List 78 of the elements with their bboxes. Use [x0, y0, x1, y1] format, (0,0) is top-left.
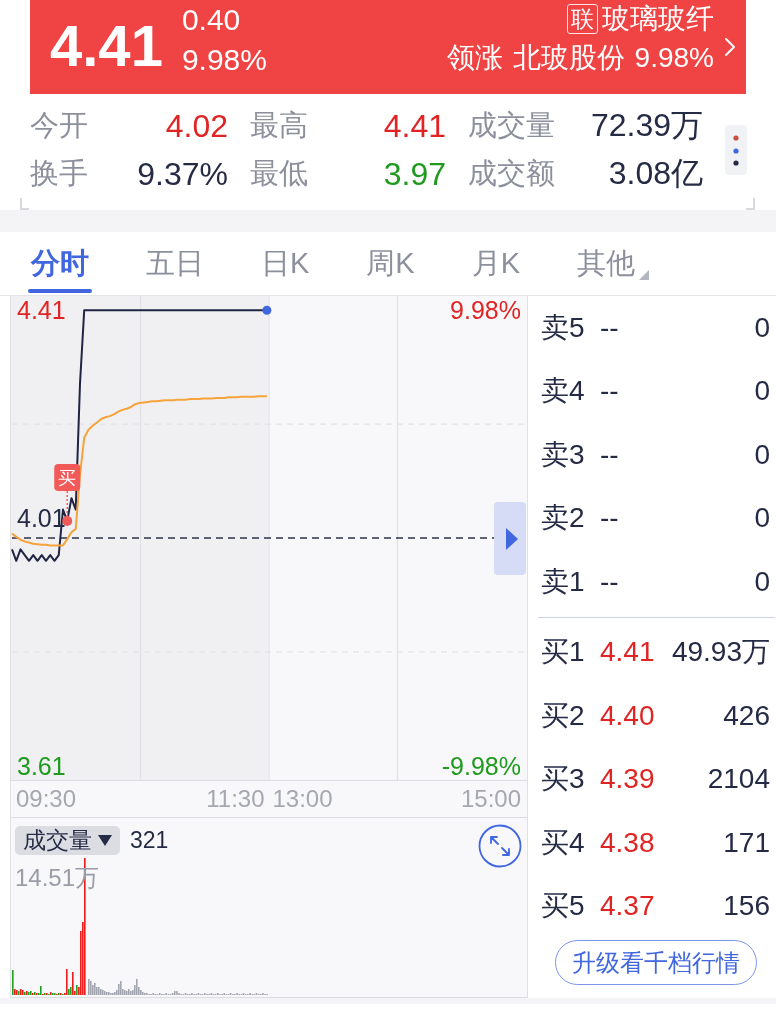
- sector-name[interactable]: 玻璃玻纤: [602, 0, 714, 39]
- order-volume: 171: [723, 826, 770, 859]
- collapse-handle[interactable]: [494, 502, 526, 575]
- chart-period-tab[interactable]: 周K: [363, 232, 418, 295]
- triangle-right-icon: [506, 527, 518, 550]
- percent-axis-label: -9.98%: [441, 751, 521, 780]
- order-level-label: 买5: [541, 889, 586, 924]
- time-axis-label: 13:00: [272, 785, 333, 813]
- stat-value: 4.41: [383, 107, 446, 145]
- order-price: 4.37: [600, 890, 655, 923]
- leader-change: 9.98%: [634, 41, 714, 75]
- sector-tag: 联: [567, 4, 598, 34]
- percent-axis-label: 9.98%: [450, 296, 521, 325]
- order-price: 4.41: [600, 636, 655, 669]
- order-level-label: 买1: [541, 635, 586, 670]
- price-change: 0.40: [181, 2, 241, 38]
- order-price: --: [600, 375, 619, 408]
- order-price: --: [600, 438, 619, 471]
- chevron-right-icon[interactable]: [724, 37, 736, 57]
- order-volume: 0: [754, 438, 770, 471]
- signal-leader-line: [66, 490, 68, 517]
- order-price: --: [600, 311, 619, 344]
- time-axis-label: 09:30: [16, 785, 77, 813]
- chart-period-tab[interactable]: 日K: [258, 232, 313, 295]
- time-axis-label: 11:30: [206, 785, 265, 813]
- upgrade-depth-button[interactable]: 升级看千档行情: [554, 940, 757, 985]
- stat-value: 3.97: [383, 155, 446, 193]
- order-level-label: 买4: [541, 825, 586, 860]
- price-axis-label: 4.41: [17, 296, 66, 325]
- stat-value: 4.02: [165, 107, 228, 145]
- buy-signal-badge: 买: [54, 463, 81, 491]
- chart-period-tab[interactable]: 其他: [574, 232, 653, 295]
- order-volume: 0: [754, 375, 770, 408]
- down-volume-series: [12, 970, 78, 995]
- order-volume: 0: [754, 565, 770, 598]
- stat-label: 换手: [30, 156, 88, 191]
- order-level-label: 卖4: [541, 374, 586, 409]
- order-level-label: 卖5: [541, 310, 586, 345]
- order-level-label: 卖2: [541, 501, 586, 536]
- order-price: 4.38: [600, 826, 655, 859]
- order-volume: 2104: [707, 763, 770, 796]
- dropdown-triangle-icon: [639, 269, 650, 280]
- order-volume: 156: [723, 890, 770, 923]
- order-level-label: 卖3: [541, 437, 586, 472]
- stat-label: 成交量: [468, 108, 555, 143]
- order-volume: 49.93万: [671, 635, 770, 670]
- stat-value: 3.08亿: [608, 154, 703, 193]
- caret-down-icon: [98, 835, 112, 846]
- volume-indicator-dropdown[interactable]: 成交量: [15, 826, 120, 855]
- stat-value: 72.39万: [590, 106, 703, 145]
- stat-value: 9.37%: [137, 155, 228, 193]
- chart-period-tab[interactable]: 五日: [143, 232, 207, 295]
- stat-label: 最高: [250, 108, 308, 143]
- stat-label: 今开: [30, 108, 88, 143]
- order-price: --: [600, 565, 619, 598]
- last-price: 4.41: [50, 17, 163, 75]
- leader-stock-name[interactable]: 北玻股份: [512, 38, 625, 78]
- more-icon[interactable]: [725, 125, 747, 175]
- current-volume: 321: [130, 827, 169, 854]
- price-axis-label: 3.61: [17, 751, 66, 780]
- order-price: 4.39: [600, 763, 655, 796]
- order-level-label: 买2: [541, 698, 586, 733]
- leader-label: 领涨: [446, 41, 503, 75]
- order-volume: 426: [723, 699, 770, 732]
- order-volume: 0: [754, 311, 770, 344]
- time-axis-label: 15:00: [460, 785, 521, 813]
- order-level-label: 买3: [541, 762, 586, 797]
- stat-label: 成交额: [468, 156, 555, 191]
- expand-icon[interactable]: [478, 824, 522, 868]
- chart-period-tab[interactable]: 月K: [468, 232, 524, 295]
- change-percent: 9.98%: [181, 42, 267, 78]
- order-level-label: 卖1: [541, 564, 586, 599]
- order-price: --: [600, 502, 619, 535]
- order-volume: 0: [754, 502, 770, 535]
- stat-label: 最低: [250, 156, 308, 191]
- last-price-dot-icon: [262, 305, 272, 315]
- order-price: 4.40: [600, 699, 655, 732]
- chart-period-tab[interactable]: 分时: [28, 232, 92, 295]
